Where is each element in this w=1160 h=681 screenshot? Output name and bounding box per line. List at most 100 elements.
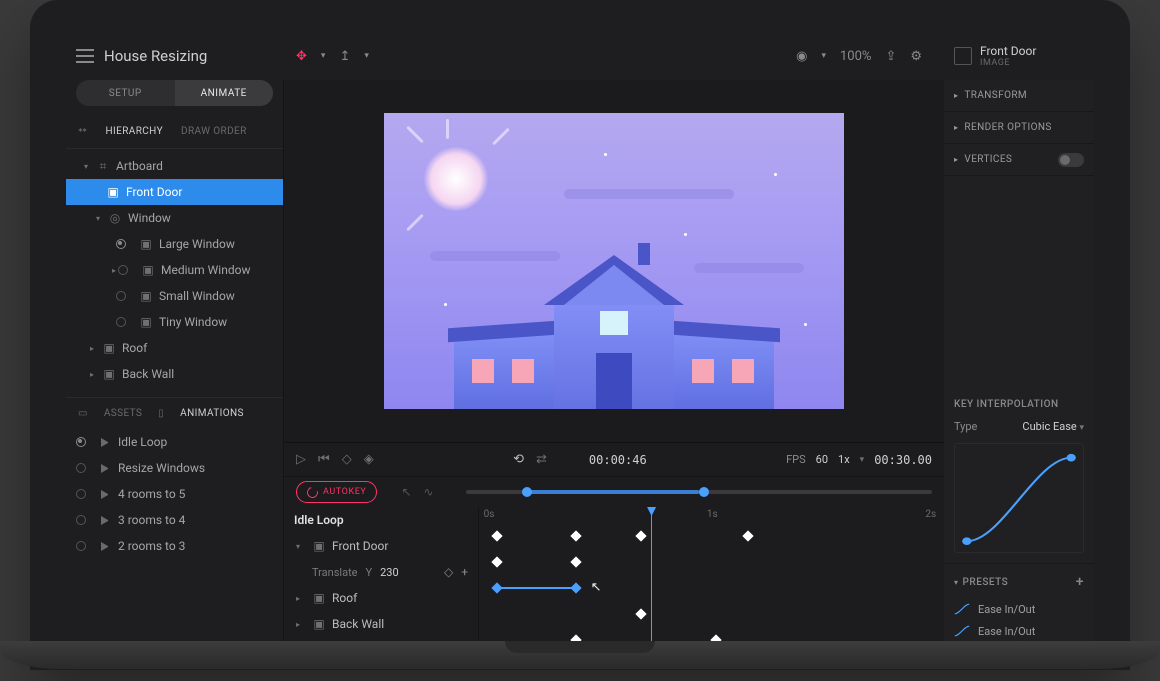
animation-2-to-3[interactable]: 2 rooms to 3 xyxy=(66,533,283,559)
settings-icon[interactable]: ⚙ xyxy=(910,49,922,64)
snap-icon[interactable]: ⇄ xyxy=(536,452,547,467)
image-icon: ▣ xyxy=(141,263,155,277)
canvas-viewport[interactable] xyxy=(284,80,944,442)
menu-icon[interactable] xyxy=(76,49,94,63)
play-icon[interactable] xyxy=(101,464,110,473)
interp-type-label: Type xyxy=(954,420,977,433)
node-large-window[interactable]: ▣Large Window xyxy=(66,231,283,257)
animation-4-to-5[interactable]: 4 rooms to 5 xyxy=(66,481,283,507)
visibility-caret[interactable]: ▾ xyxy=(821,51,826,61)
tab-setup[interactable]: SETUP xyxy=(76,80,175,106)
ruler-tick: 1s xyxy=(707,509,718,520)
image-icon: ▣ xyxy=(139,315,153,329)
animations-list: Idle Loop Resize Windows 4 rooms to 5 3 … xyxy=(66,427,283,652)
easing-curve-editor[interactable] xyxy=(954,443,1084,553)
image-icon: ▣ xyxy=(312,539,326,553)
keyframes-tool-icon[interactable]: ◈ xyxy=(364,452,374,467)
node-small-window[interactable]: ▣Small Window xyxy=(66,283,283,309)
preset-ease-in-out[interactable]: Ease In/Out xyxy=(954,598,1084,620)
node-back-wall[interactable]: ▸▣Back Wall xyxy=(66,361,283,387)
play-icon[interactable] xyxy=(101,542,110,551)
keyframe-tool-icon[interactable]: ◇ xyxy=(342,452,352,467)
timeline-animation-name: Idle Loop xyxy=(284,507,478,533)
node-label: Artboard xyxy=(116,159,163,173)
node-roof[interactable]: ▸▣Roof xyxy=(66,335,283,361)
scrubber[interactable] xyxy=(466,490,932,494)
curve-mode-icon[interactable]: ∿ xyxy=(424,485,434,499)
active-radio[interactable] xyxy=(76,489,86,499)
time-ruler[interactable]: 0s 1s 2s xyxy=(479,507,944,523)
autokey-toggle[interactable]: AUTOKEY xyxy=(296,481,377,503)
play-icon[interactable] xyxy=(101,490,110,499)
node-medium-window[interactable]: ▸▣Medium Window xyxy=(66,257,283,283)
active-radio[interactable] xyxy=(76,541,86,551)
hierarchy-run-icon: ᕯ xyxy=(78,126,87,140)
move-tool-icon[interactable]: ✥ xyxy=(296,49,307,64)
track-roof[interactable]: ▸▣Roof xyxy=(284,585,478,611)
key-interpolation-panel: KEY INTERPOLATION Type Cubic Ease ▾ xyxy=(944,389,1094,563)
track-translate[interactable]: Translate Y 230 ◇ + xyxy=(284,559,478,585)
node-label: Medium Window xyxy=(161,263,250,277)
add-key-icon[interactable]: + xyxy=(461,565,468,579)
visibility-icon[interactable]: ◉ xyxy=(796,49,807,64)
tab-hierarchy[interactable]: HIERARCHY xyxy=(105,126,163,140)
visibility-radio[interactable] xyxy=(118,265,128,275)
left-panel: SETUP ANIMATE ᕯ HIERARCHY DRAW ORDER ▾⌗A… xyxy=(66,80,284,652)
play-button[interactable]: ▷ xyxy=(296,452,306,467)
inspector-panel: ▸TRANSFORM ▸RENDER OPTIONS ▸VERTICES KEY… xyxy=(944,80,1094,652)
node-label: Roof xyxy=(122,341,147,355)
interp-type-select[interactable]: Cubic Ease ▾ xyxy=(1022,420,1084,433)
playback-rate[interactable]: 1x xyxy=(838,453,850,466)
animation-idle-loop[interactable]: Idle Loop xyxy=(66,429,283,455)
section-transform[interactable]: ▸TRANSFORM xyxy=(944,80,1094,112)
tab-animations[interactable]: ANIMATIONS xyxy=(180,408,244,419)
node-window[interactable]: ▾◎Window xyxy=(66,205,283,231)
key-interp-title: KEY INTERPOLATION xyxy=(954,399,1084,410)
image-icon: ▣ xyxy=(139,237,153,251)
add-preset-button[interactable]: + xyxy=(1076,574,1084,590)
animation-resize-windows[interactable]: Resize Windows xyxy=(66,455,283,481)
section-vertices[interactable]: ▸VERTICES xyxy=(944,144,1094,176)
transform-tool-icon[interactable]: ↥ xyxy=(339,49,350,64)
active-radio[interactable] xyxy=(76,463,86,473)
pointer-mode-icon[interactable]: ↖ xyxy=(401,485,411,499)
vertices-toggle[interactable] xyxy=(1058,153,1084,167)
animation-3-to-4[interactable]: 3 rooms to 4 xyxy=(66,507,283,533)
tab-animate[interactable]: ANIMATE xyxy=(175,80,274,106)
share-icon[interactable]: ⇪ xyxy=(885,49,896,64)
animations-icon: ▯ xyxy=(158,408,164,419)
presets-panel: ▾PRESETS+ Ease In/Out Ease In/Out xyxy=(944,563,1094,652)
node-artboard[interactable]: ▾⌗Artboard xyxy=(66,153,283,179)
loop-icon[interactable]: ⟲ xyxy=(513,452,524,467)
to-start-button[interactable]: ⏮ xyxy=(318,452,330,467)
active-radio[interactable] xyxy=(76,437,86,447)
visibility-radio[interactable] xyxy=(116,239,126,249)
tab-assets[interactable]: ASSETS xyxy=(104,408,142,419)
image-icon: ▣ xyxy=(312,591,326,605)
track-front-door[interactable]: ▾▣Front Door xyxy=(284,533,478,559)
play-icon[interactable] xyxy=(101,516,110,525)
fps-value[interactable]: 60 xyxy=(816,453,828,466)
preset-ease-in-out-2[interactable]: Ease In/Out xyxy=(954,620,1084,642)
active-radio[interactable] xyxy=(76,515,86,525)
animation-label: Idle Loop xyxy=(118,435,167,449)
ruler-tick: 2s xyxy=(925,509,936,520)
zoom-value[interactable]: 100% xyxy=(840,49,871,64)
keyframe-marker-icon[interactable]: ◇ xyxy=(444,565,453,579)
play-icon[interactable] xyxy=(101,438,110,447)
node-tiny-window[interactable]: ▣Tiny Window xyxy=(66,309,283,335)
timeline-lanes[interactable]: 0s 1s 2s ↖ xyxy=(479,507,944,652)
track-back-wall[interactable]: ▸▣Back Wall xyxy=(284,611,478,637)
visibility-radio[interactable] xyxy=(116,317,126,327)
image-icon: ▣ xyxy=(102,341,116,355)
rate-caret[interactable]: ▾ xyxy=(860,455,865,465)
move-tool-caret[interactable]: ▾ xyxy=(321,51,326,61)
image-icon: ▣ xyxy=(106,185,120,199)
visibility-radio[interactable] xyxy=(116,291,126,301)
node-front-door[interactable]: ▣Front Door xyxy=(66,179,283,205)
translate-value[interactable]: 230 xyxy=(380,566,414,579)
transform-tool-caret[interactable]: ▾ xyxy=(364,51,369,61)
track-label: Back Wall xyxy=(332,617,384,631)
section-render-options[interactable]: ▸RENDER OPTIONS xyxy=(944,112,1094,144)
tab-draw-order[interactable]: DRAW ORDER xyxy=(181,126,247,140)
